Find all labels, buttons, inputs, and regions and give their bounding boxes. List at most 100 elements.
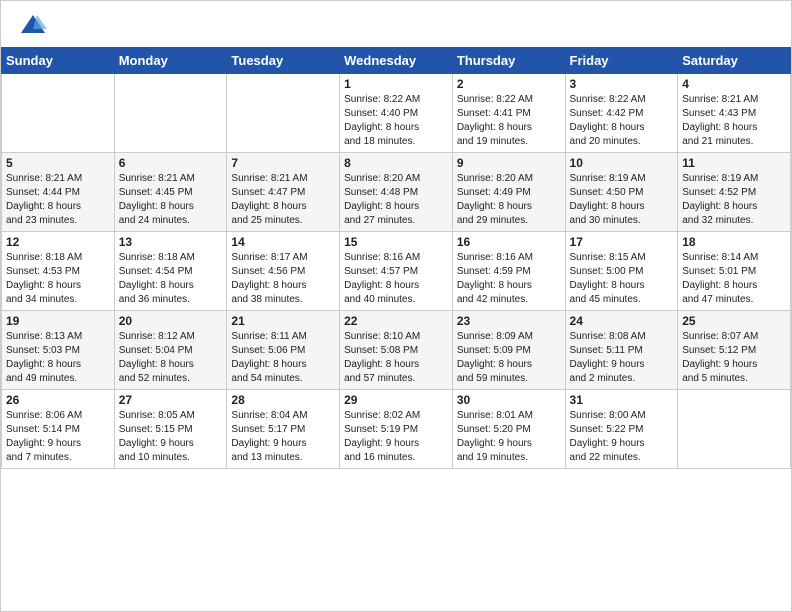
calendar-cell: 14Sunrise: 8:17 AM Sunset: 4:56 PM Dayli… bbox=[227, 232, 340, 311]
calendar-week-1: 1Sunrise: 8:22 AM Sunset: 4:40 PM Daylig… bbox=[2, 74, 791, 153]
day-number: 3 bbox=[570, 77, 674, 91]
day-info: Sunrise: 8:16 AM Sunset: 4:59 PM Dayligh… bbox=[457, 251, 561, 307]
calendar-cell bbox=[227, 74, 340, 153]
weekday-header-monday: Monday bbox=[114, 48, 227, 74]
calendar-cell: 17 Sunrise: 8:15 AM Sunset: 5:00 PM Dayli… bbox=[565, 232, 678, 311]
weekday-header-saturday: Saturday bbox=[678, 48, 791, 74]
weekday-header-row: SundayMondayTuesdayWednesdayThursdayFrid… bbox=[2, 48, 791, 74]
day-info: Sunrise: 8:01 AM Sunset: 5:20 PM Dayligh… bbox=[457, 409, 561, 465]
calendar-cell: 9 Sunrise: 8:20 AM Sunset: 4:49 PM Daylig… bbox=[452, 153, 565, 232]
calendar-cell: 27 Sunrise: 8:05 AM Sunset: 5:15 PM Dayli… bbox=[114, 390, 227, 469]
day-info: Sunrise: 8:02 AM Sunset: 5:19 PM Dayligh… bbox=[344, 409, 448, 465]
calendar-cell bbox=[2, 74, 115, 153]
calendar-cell: 2 Sunrise: 8:22 AM Sunset: 4:41 PM Daylig… bbox=[452, 74, 565, 153]
calendar-week-3: 12 Sunrise: 8:18 AM Sunset: 4:53 PM Dayli… bbox=[2, 232, 791, 311]
day-info: Sunrise: 8:05 AM Sunset: 5:15 PM Dayligh… bbox=[119, 409, 223, 465]
day-info: Sunrise: 8:16 AM Sunset: 4:57 PM Dayligh… bbox=[344, 251, 448, 307]
calendar-week-2: 5 Sunrise: 8:21 AM Sunset: 4:44 PM Daylig… bbox=[2, 153, 791, 232]
day-number: 28 bbox=[231, 393, 335, 407]
day-number: 30 bbox=[457, 393, 561, 407]
calendar-cell: 5 Sunrise: 8:21 AM Sunset: 4:44 PM Daylig… bbox=[2, 153, 115, 232]
day-info: Sunrise: 8:21 AM Sunset: 4:47 PM Dayligh… bbox=[231, 172, 335, 228]
day-number: 23 bbox=[457, 314, 561, 328]
day-number: 26 bbox=[6, 393, 110, 407]
page-header bbox=[1, 1, 791, 43]
day-number: 19 bbox=[6, 314, 110, 328]
calendar-cell: 20 Sunrise: 8:12 AM Sunset: 5:04 PM Dayli… bbox=[114, 311, 227, 390]
calendar-cell: 31 Sunrise: 8:00 AM Sunset: 5:22 PM Dayli… bbox=[565, 390, 678, 469]
day-info: Sunrise: 8:04 AM Sunset: 5:17 PM Dayligh… bbox=[231, 409, 335, 465]
weekday-header-tuesday: Tuesday bbox=[227, 48, 340, 74]
day-info: Sunrise: 8:15 AM Sunset: 5:00 PM Dayligh… bbox=[570, 251, 674, 307]
calendar-cell: 25 Sunrise: 8:07 AM Sunset: 5:12 PM Dayli… bbox=[678, 311, 791, 390]
day-info: Sunrise: 8:12 AM Sunset: 5:04 PM Dayligh… bbox=[119, 330, 223, 386]
calendar-week-4: 19 Sunrise: 8:13 AM Sunset: 5:03 PM Dayli… bbox=[2, 311, 791, 390]
day-info: Sunrise: 8:19 AM Sunset: 4:50 PM Dayligh… bbox=[570, 172, 674, 228]
day-number: 5 bbox=[6, 156, 110, 170]
calendar-cell: 30 Sunrise: 8:01 AM Sunset: 5:20 PM Dayli… bbox=[452, 390, 565, 469]
day-number: 24 bbox=[570, 314, 674, 328]
calendar-cell: 6Sunrise: 8:21 AM Sunset: 4:45 PM Daylig… bbox=[114, 153, 227, 232]
day-number: 10 bbox=[570, 156, 674, 170]
weekday-header-sunday: Sunday bbox=[2, 48, 115, 74]
calendar-cell: 22 Sunrise: 8:10 AM Sunset: 5:08 PM Dayli… bbox=[340, 311, 453, 390]
day-number: 20 bbox=[119, 314, 223, 328]
day-number: 18 bbox=[682, 235, 786, 249]
day-number: 17 bbox=[570, 235, 674, 249]
day-number: 7 bbox=[231, 156, 335, 170]
calendar-cell: 12 Sunrise: 8:18 AM Sunset: 4:53 PM Dayli… bbox=[2, 232, 115, 311]
calendar-cell: 21 Sunrise: 8:11 AM Sunset: 5:06 PM Dayli… bbox=[227, 311, 340, 390]
day-number: 27 bbox=[119, 393, 223, 407]
day-info: Sunrise: 8:18 AM Sunset: 4:53 PM Dayligh… bbox=[6, 251, 110, 307]
day-info: Sunrise: 8:13 AM Sunset: 5:03 PM Dayligh… bbox=[6, 330, 110, 386]
day-number: 6 bbox=[119, 156, 223, 170]
day-info: Sunrise: 8:14 AM Sunset: 5:01 PM Dayligh… bbox=[682, 251, 786, 307]
day-info: Sunrise: 8:21 AM Sunset: 4:44 PM Dayligh… bbox=[6, 172, 110, 228]
day-info: Sunrise: 8:18 AM Sunset: 4:54 PM Dayligh… bbox=[119, 251, 223, 307]
day-number: 11 bbox=[682, 156, 786, 170]
day-info: Sunrise: 8:22 AM Sunset: 4:41 PM Dayligh… bbox=[457, 93, 561, 149]
day-info: Sunrise: 8:20 AM Sunset: 4:48 PM Dayligh… bbox=[344, 172, 448, 228]
day-number: 8 bbox=[344, 156, 448, 170]
calendar-cell bbox=[114, 74, 227, 153]
calendar-cell: 11Sunrise: 8:19 AM Sunset: 4:52 PM Dayli… bbox=[678, 153, 791, 232]
calendar-cell: 13Sunrise: 8:18 AM Sunset: 4:54 PM Dayli… bbox=[114, 232, 227, 311]
day-info: Sunrise: 8:07 AM Sunset: 5:12 PM Dayligh… bbox=[682, 330, 786, 386]
calendar-cell: 29 Sunrise: 8:02 AM Sunset: 5:19 PM Dayli… bbox=[340, 390, 453, 469]
weekday-header-friday: Friday bbox=[565, 48, 678, 74]
calendar-table: SundayMondayTuesdayWednesdayThursdayFrid… bbox=[1, 47, 791, 469]
calendar-cell: 15 Sunrise: 8:16 AM Sunset: 4:57 PM Dayli… bbox=[340, 232, 453, 311]
day-number: 15 bbox=[344, 235, 448, 249]
day-number: 1 bbox=[344, 77, 448, 91]
day-number: 25 bbox=[682, 314, 786, 328]
calendar-cell: 7 Sunrise: 8:21 AM Sunset: 4:47 PM Daylig… bbox=[227, 153, 340, 232]
calendar-cell: 28 Sunrise: 8:04 AM Sunset: 5:17 PM Dayli… bbox=[227, 390, 340, 469]
calendar-cell bbox=[678, 390, 791, 469]
logo bbox=[19, 11, 51, 39]
day-info: Sunrise: 8:20 AM Sunset: 4:49 PM Dayligh… bbox=[457, 172, 561, 228]
calendar-week-5: 26Sunrise: 8:06 AM Sunset: 5:14 PM Dayli… bbox=[2, 390, 791, 469]
weekday-header-wednesday: Wednesday bbox=[340, 48, 453, 74]
calendar-cell: 4Sunrise: 8:21 AM Sunset: 4:43 PM Daylig… bbox=[678, 74, 791, 153]
day-number: 12 bbox=[6, 235, 110, 249]
day-number: 29 bbox=[344, 393, 448, 407]
day-number: 4 bbox=[682, 77, 786, 91]
calendar-cell: 19 Sunrise: 8:13 AM Sunset: 5:03 PM Dayli… bbox=[2, 311, 115, 390]
calendar-cell: 10 Sunrise: 8:19 AM Sunset: 4:50 PM Dayli… bbox=[565, 153, 678, 232]
day-number: 2 bbox=[457, 77, 561, 91]
calendar-cell: 16Sunrise: 8:16 AM Sunset: 4:59 PM Dayli… bbox=[452, 232, 565, 311]
day-number: 9 bbox=[457, 156, 561, 170]
day-info: Sunrise: 8:00 AM Sunset: 5:22 PM Dayligh… bbox=[570, 409, 674, 465]
day-info: Sunrise: 8:10 AM Sunset: 5:08 PM Dayligh… bbox=[344, 330, 448, 386]
day-info: Sunrise: 8:22 AM Sunset: 4:42 PM Dayligh… bbox=[570, 93, 674, 149]
calendar-page: SundayMondayTuesdayWednesdayThursdayFrid… bbox=[0, 0, 792, 612]
calendar-cell: 24Sunrise: 8:08 AM Sunset: 5:11 PM Dayli… bbox=[565, 311, 678, 390]
day-number: 21 bbox=[231, 314, 335, 328]
logo-icon bbox=[19, 11, 47, 39]
calendar-cell: 23Sunrise: 8:09 AM Sunset: 5:09 PM Dayli… bbox=[452, 311, 565, 390]
day-info: Sunrise: 8:11 AM Sunset: 5:06 PM Dayligh… bbox=[231, 330, 335, 386]
day-number: 31 bbox=[570, 393, 674, 407]
day-number: 14 bbox=[231, 235, 335, 249]
day-number: 22 bbox=[344, 314, 448, 328]
calendar-cell: 1Sunrise: 8:22 AM Sunset: 4:40 PM Daylig… bbox=[340, 74, 453, 153]
